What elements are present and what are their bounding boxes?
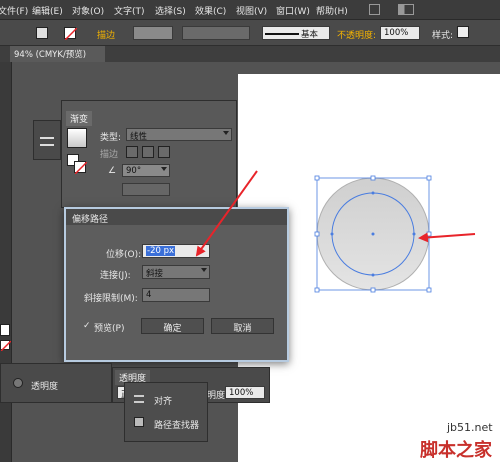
- watermark-brand: 脚本之家: [420, 440, 492, 461]
- align-icon[interactable]: [134, 395, 144, 403]
- transparency-opacity-field[interactable]: 100%: [225, 386, 265, 399]
- arrow-to-offset-field: [195, 170, 258, 257]
- pathfinder-label[interactable]: 路径查找器: [154, 418, 199, 431]
- align-label[interactable]: 对齐: [154, 394, 172, 407]
- watermark-site: jb51.net: [447, 421, 493, 434]
- transparency-label[interactable]: 透明度: [31, 379, 58, 392]
- align-pathfinder-flyout: 对齐 路径查找器: [124, 382, 208, 442]
- pathfinder-icon[interactable]: [134, 417, 144, 427]
- transparency-panel-left: 透明度: [0, 363, 112, 403]
- transparency-panel-icon[interactable]: [13, 378, 23, 388]
- arrow-to-offset-path: [418, 232, 476, 243]
